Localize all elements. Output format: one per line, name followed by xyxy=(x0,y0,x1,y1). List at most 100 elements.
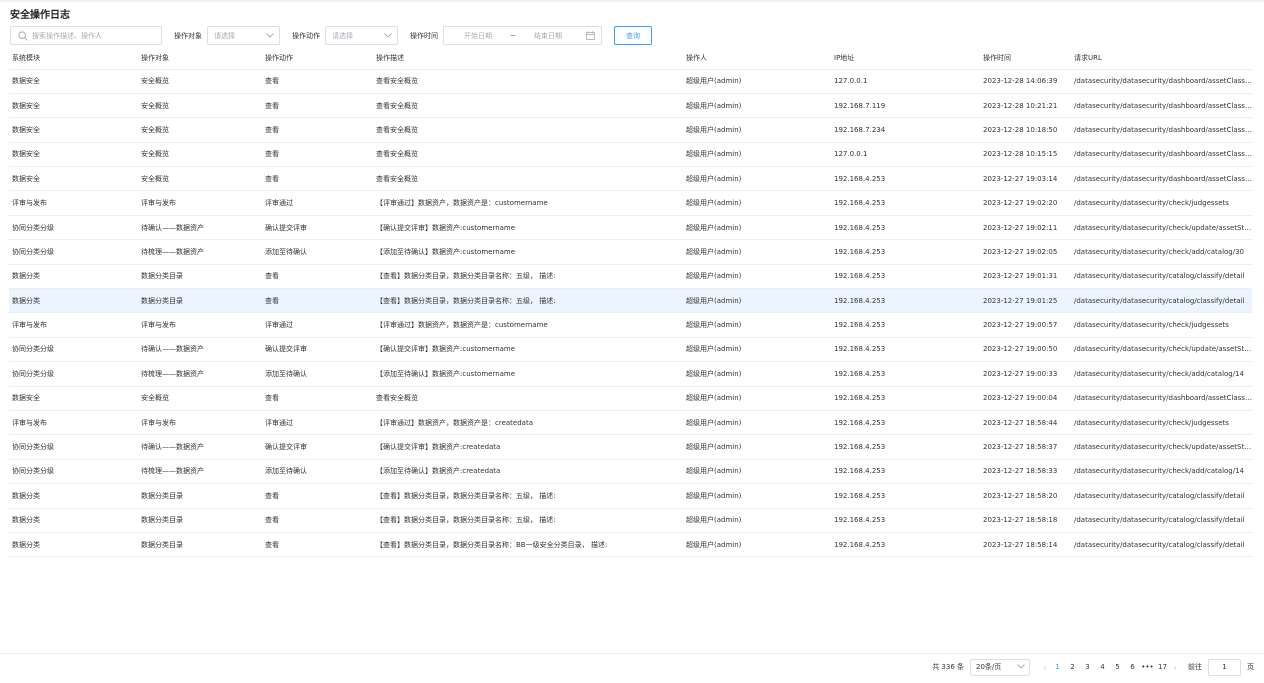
start-date-input[interactable]: 开始日期 xyxy=(450,31,506,41)
table-row[interactable]: 评审与发布 评审与发布 评审通过 【评审通过】数据资产，数据资产是：customern… xyxy=(9,312,1252,338)
cell-module: 数据分类 xyxy=(9,532,138,558)
page-number[interactable]: 4 xyxy=(1096,663,1109,671)
cell-action: 查看 xyxy=(262,288,373,314)
object-label: 操作对象 xyxy=(174,32,202,40)
table-row[interactable]: 协同分类分级 待梳理——数据资产 添加至待确认 【添加至待确认】数据资产:custom… xyxy=(9,361,1252,387)
cell-operator: 超级用户(admin) xyxy=(683,434,831,460)
column-header-url: 请求URL xyxy=(1071,48,1252,70)
cell-action: 查看 xyxy=(262,69,373,94)
table-row[interactable]: 数据分类 数据分类目录 查看 【查看】数据分类目录，数据分类目录名称：五级， 描述: 超… xyxy=(9,483,1252,509)
cell-time: 2023-12-27 18:58:14 xyxy=(980,532,1071,558)
cell-time: 2023-12-28 10:15:15 xyxy=(980,142,1071,168)
cell-description: 查看安全概览 xyxy=(373,386,683,411)
cell-module: 协同分类分级 xyxy=(9,434,138,460)
cell-url: /datasecurity/datasecurity/check/add/cat… xyxy=(1071,459,1252,485)
cell-ip: 192.168.7.234 xyxy=(831,117,980,143)
goto-input[interactable] xyxy=(1208,658,1241,676)
cell-module: 协同分类分级 xyxy=(9,459,138,485)
cell-module: 数据安全 xyxy=(9,166,138,192)
table-row[interactable]: 评审与发布 评审与发布 评审通过 【评审通过】数据资产，数据资产是：customern… xyxy=(9,190,1252,216)
cell-module: 数据安全 xyxy=(9,93,138,119)
cell-action: 查看 xyxy=(262,166,373,192)
table-row[interactable]: 协同分类分级 待确认——数据资产 确认提交评审 【确认提交评审】数据资产:create… xyxy=(9,434,1252,460)
cell-operator: 超级用户(admin) xyxy=(683,386,831,411)
table-row[interactable]: 数据安全 安全概览 查看 查看安全概览 超级用户(admin) 192.168.4.253… xyxy=(9,166,1252,192)
cell-object: 评审与发布 xyxy=(138,410,262,436)
cell-url: /datasecurity/datasecurity/check/judgess… xyxy=(1071,410,1252,436)
cell-object: 安全概览 xyxy=(138,69,262,94)
cell-object: 安全概览 xyxy=(138,117,262,143)
table-row[interactable]: 数据安全 安全概览 查看 查看安全概览 超级用户(admin) 192.168.4.253… xyxy=(9,386,1252,411)
table-row[interactable]: 协同分类分级 待梳理——数据资产 添加至待确认 【添加至待确认】数据资产:custom… xyxy=(9,239,1252,265)
cell-ip: 192.168.4.253 xyxy=(831,532,980,558)
end-date-input[interactable]: 结束日期 xyxy=(520,31,576,41)
cell-time: 2023-12-27 18:58:44 xyxy=(980,410,1071,436)
object-select[interactable]: 请选择 xyxy=(207,26,280,45)
prev-page-button[interactable]: ‹ xyxy=(1040,663,1050,672)
footer-divider xyxy=(0,653,1264,654)
log-table: 系统模块 操作对象 操作动作 操作描述 操作人 IP地址 操作时间 请求URL 数据安全 安全概… xyxy=(9,48,1252,558)
cell-ip: 192.168.4.253 xyxy=(831,508,980,533)
cell-object: 评审与发布 xyxy=(138,312,262,338)
cell-action: 查看 xyxy=(262,142,373,168)
page-number[interactable]: 2 xyxy=(1066,663,1079,671)
table-row[interactable]: 数据分类 数据分类目录 查看 【查看】数据分类目录，数据分类目录名称：五级， 描述: 超… xyxy=(9,508,1252,533)
cell-time: 2023-12-27 19:00:04 xyxy=(980,386,1071,411)
cell-module: 数据分类 xyxy=(9,483,138,509)
page-number[interactable]: 5 xyxy=(1111,663,1124,671)
table-row[interactable]: 协同分类分级 待确认——数据资产 确认提交评审 【确认提交评审】数据资产:custom… xyxy=(9,215,1252,241)
table-row[interactable]: 数据分类 数据分类目录 查看 【查看】数据分类目录，数据分类目录名称：五级， 描述: 超… xyxy=(9,288,1252,314)
cell-ip: 192.168.4.253 xyxy=(831,190,980,216)
table-row[interactable]: 数据安全 安全概览 查看 查看安全概览 超级用户(admin) 192.168.7.234… xyxy=(9,117,1252,143)
search-input[interactable] xyxy=(32,31,152,40)
cell-module: 数据安全 xyxy=(9,142,138,168)
cell-url: /datasecurity/datasecurity/catalog/class… xyxy=(1071,508,1252,533)
cell-object: 安全概览 xyxy=(138,142,262,168)
cell-object: 待确认——数据资产 xyxy=(138,337,262,363)
page-number[interactable]: 1 xyxy=(1051,663,1064,671)
cell-action: 添加至待确认 xyxy=(262,239,373,265)
cell-module: 数据安全 xyxy=(9,386,138,411)
cell-description: 【确认提交评审】数据资产:customername xyxy=(373,337,683,363)
cell-ip: 192.168.7.119 xyxy=(831,93,980,119)
cell-url: /datasecurity/datasecurity/check/update/… xyxy=(1071,434,1252,460)
table-row[interactable]: 协同分类分级 待确认——数据资产 确认提交评审 【确认提交评审】数据资产:custom… xyxy=(9,337,1252,363)
cell-operator: 超级用户(admin) xyxy=(683,337,831,363)
search-box[interactable] xyxy=(10,26,162,45)
page-number[interactable]: 17 xyxy=(1156,663,1169,671)
cell-time: 2023-12-27 18:58:37 xyxy=(980,434,1071,460)
table-row[interactable]: 数据分类 数据分类目录 查看 【查看】数据分类目录，数据分类目录名称：BB一级安全分类… xyxy=(9,532,1252,558)
action-select[interactable]: 请选择 xyxy=(325,26,398,45)
cell-module: 协同分类分级 xyxy=(9,239,138,265)
cell-time: 2023-12-27 18:58:18 xyxy=(980,508,1071,533)
table-row[interactable]: 数据安全 安全概览 查看 查看安全概览 超级用户(admin) 127.0.0.1 2023… xyxy=(9,69,1252,94)
date-range-picker[interactable]: 开始日期 ~ 结束日期 xyxy=(443,26,602,45)
cell-action: 查看 xyxy=(262,483,373,509)
table-row[interactable]: 数据安全 安全概览 查看 查看安全概览 超级用户(admin) 127.0.0.1 2023… xyxy=(9,142,1252,168)
cell-time: 2023-12-27 19:00:57 xyxy=(980,312,1071,338)
page-number[interactable]: 3 xyxy=(1081,663,1094,671)
page-size-select[interactable]: 20条/页 xyxy=(970,658,1030,676)
column-header-ip: IP地址 xyxy=(831,48,980,70)
chevron-down-icon xyxy=(1017,663,1025,671)
cell-module: 协同分类分级 xyxy=(9,361,138,387)
cell-object: 待确认——数据资产 xyxy=(138,215,262,241)
cell-object: 安全概览 xyxy=(138,166,262,192)
page-ellipsis[interactable]: ••• xyxy=(1141,663,1154,671)
page-number[interactable]: 6 xyxy=(1126,663,1139,671)
cell-object: 数据分类目录 xyxy=(138,483,262,509)
cell-object: 数据分类目录 xyxy=(138,264,262,290)
cell-operator: 超级用户(admin) xyxy=(683,264,831,290)
next-page-button[interactable]: › xyxy=(1170,663,1180,672)
cell-operator: 超级用户(admin) xyxy=(683,190,831,216)
table-row[interactable]: 协同分类分级 待梳理——数据资产 添加至待确认 【添加至待确认】数据资产:create… xyxy=(9,459,1252,485)
cell-ip: 192.168.4.253 xyxy=(831,459,980,485)
cell-description: 【添加至待确认】数据资产:customername xyxy=(373,361,683,387)
table-row[interactable]: 数据分类 数据分类目录 查看 【查看】数据分类目录，数据分类目录名称：五级， 描述: 超… xyxy=(9,264,1252,290)
cell-object: 数据分类目录 xyxy=(138,532,262,558)
query-button[interactable]: 查询 xyxy=(614,26,652,45)
cell-url: /datasecurity/datasecurity/dashboard/ass… xyxy=(1071,386,1252,411)
table-row[interactable]: 评审与发布 评审与发布 评审通过 【评审通过】数据资产，数据资产是：createdat… xyxy=(9,410,1252,436)
table-row[interactable]: 数据安全 安全概览 查看 查看安全概览 超级用户(admin) 192.168.7.119… xyxy=(9,93,1252,119)
cell-operator: 超级用户(admin) xyxy=(683,459,831,485)
